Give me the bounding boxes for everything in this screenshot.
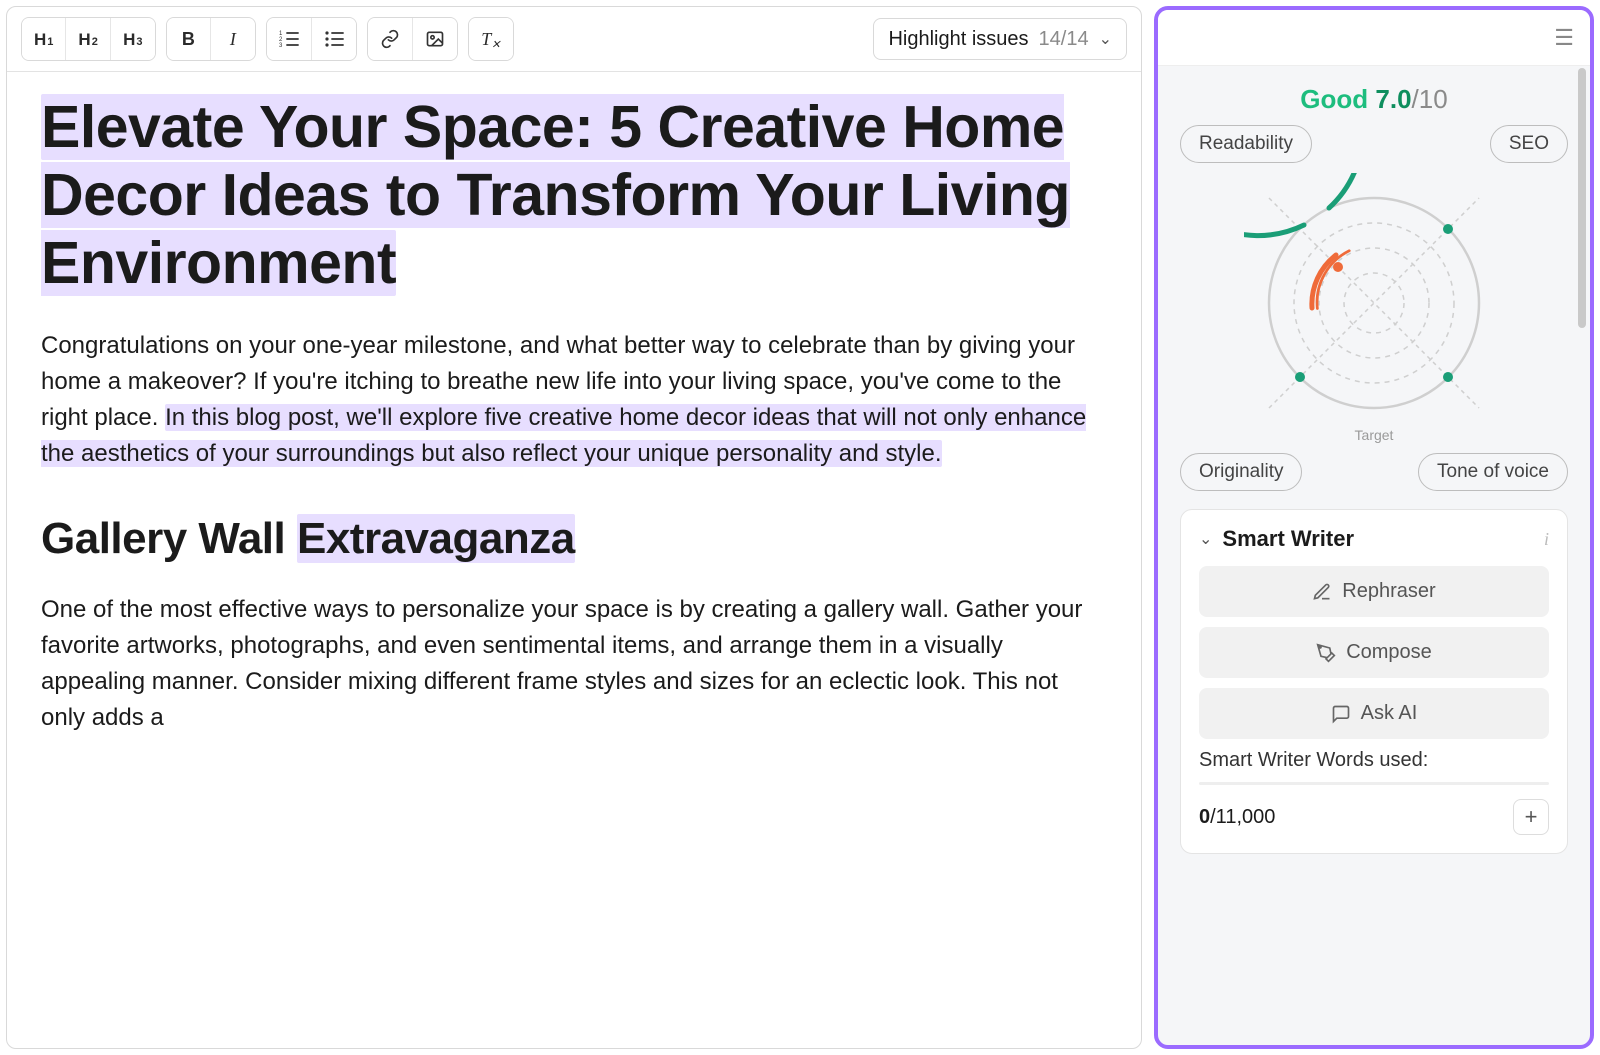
heading-gallery-wall[interactable]: Gallery Wall Extravaganza bbox=[41, 506, 1107, 572]
menu-icon[interactable]: ☰ bbox=[1554, 25, 1574, 51]
document-title[interactable]: Elevate Your Space: 5 Creative Home Deco… bbox=[41, 94, 1107, 298]
h2-button[interactable]: H2 bbox=[66, 18, 110, 60]
analysis-sidebar: ☰ Good 7.0/10 Readability SEO bbox=[1154, 6, 1594, 1049]
pill-originality[interactable]: Originality bbox=[1180, 453, 1302, 491]
pill-readability[interactable]: Readability bbox=[1180, 125, 1312, 163]
heading-group: H1 H2 H3 bbox=[21, 17, 156, 61]
insert-group bbox=[367, 17, 458, 61]
h3-button[interactable]: H3 bbox=[111, 18, 155, 60]
sidebar-topbar: ☰ bbox=[1158, 10, 1590, 66]
pill-seo[interactable]: SEO bbox=[1490, 125, 1568, 163]
paragraph-2[interactable]: One of the most effective ways to person… bbox=[41, 592, 1107, 736]
image-button[interactable] bbox=[413, 18, 457, 60]
bold-button[interactable]: B bbox=[167, 18, 211, 60]
clear-group: T✕ bbox=[468, 17, 514, 61]
info-icon[interactable]: i bbox=[1544, 529, 1549, 550]
format-group: B I bbox=[166, 17, 256, 61]
highlight-issues-label: Highlight issues bbox=[888, 28, 1028, 51]
target-label: Target bbox=[1180, 427, 1568, 443]
smart-writer-title: Smart Writer bbox=[1222, 526, 1534, 552]
usage-bar bbox=[1199, 782, 1549, 785]
chevron-down-icon[interactable]: ⌄ bbox=[1199, 529, 1212, 549]
clear-format-button[interactable]: T✕ bbox=[469, 18, 513, 60]
radar-chart bbox=[1180, 173, 1568, 433]
ordered-list-button[interactable]: 123 bbox=[267, 18, 312, 60]
rephraser-button[interactable]: Rephraser bbox=[1199, 566, 1549, 617]
list-group: 123 bbox=[266, 17, 357, 61]
editor-toolbar: H1 H2 H3 B I 123 T✕ bbox=[7, 7, 1141, 72]
editor-body[interactable]: Elevate Your Space: 5 Creative Home Deco… bbox=[7, 72, 1141, 772]
usage-label: Smart Writer Words used: bbox=[1199, 749, 1549, 772]
highlight-issues-count: 14/14 bbox=[1039, 28, 1089, 51]
unordered-list-button[interactable] bbox=[312, 18, 356, 60]
add-words-button[interactable]: + bbox=[1513, 799, 1549, 835]
compose-button[interactable]: Compose bbox=[1199, 627, 1549, 678]
svg-text:3: 3 bbox=[279, 43, 283, 48]
chevron-down-icon: ⌄ bbox=[1099, 29, 1112, 49]
overall-score: Good 7.0/10 bbox=[1180, 84, 1568, 115]
ask-ai-button[interactable]: Ask AI bbox=[1199, 688, 1549, 739]
pill-tone[interactable]: Tone of voice bbox=[1418, 453, 1568, 491]
link-button[interactable] bbox=[368, 18, 413, 60]
editor-pane: H1 H2 H3 B I 123 T✕ bbox=[6, 6, 1142, 1049]
highlight-issues-dropdown[interactable]: Highlight issues 14/14 ⌄ bbox=[873, 18, 1127, 60]
h1-button[interactable]: H1 bbox=[22, 18, 66, 60]
italic-button[interactable]: I bbox=[211, 18, 255, 60]
paragraph-1[interactable]: Congratulations on your one-year milesto… bbox=[41, 328, 1107, 472]
sidebar-content: Good 7.0/10 Readability SEO bbox=[1158, 66, 1590, 1045]
smart-writer-panel: ⌄ Smart Writer i Rephraser Compose Ask A… bbox=[1180, 509, 1568, 854]
usage-value: 0/11,000 bbox=[1199, 806, 1275, 829]
